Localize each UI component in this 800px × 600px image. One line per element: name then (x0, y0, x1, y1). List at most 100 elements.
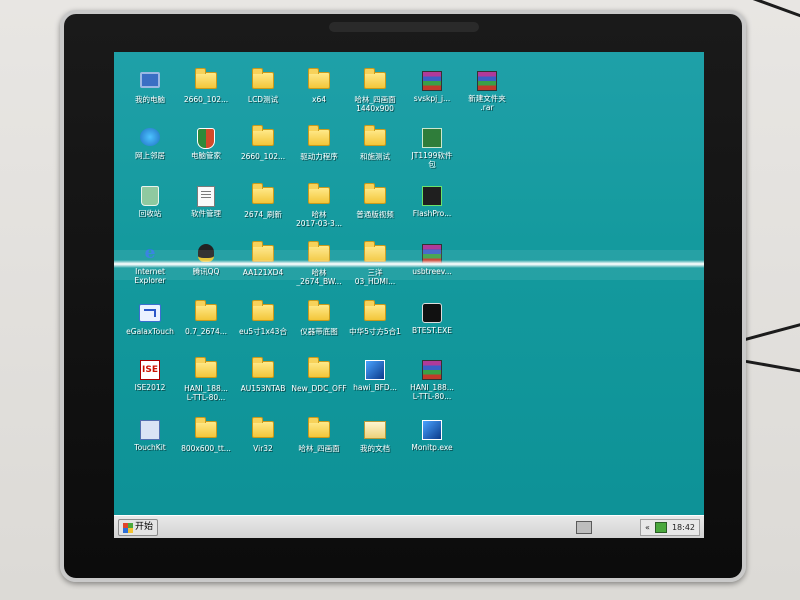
desktop-icon[interactable]: 普通版视频 (345, 183, 405, 219)
desktop-icon[interactable]: 2660_102... (176, 68, 236, 104)
folder-icon (252, 417, 274, 441)
desktop-icon-label: JT1199软件 (411, 151, 453, 160)
desktop-icon[interactable]: hawi_BFD... (345, 359, 405, 392)
desktop-icon-label: 0.7_2674... (185, 327, 227, 336)
desktop-icon[interactable]: HANI_188... L-TTL-80... (402, 359, 462, 401)
desktop-icon[interactable]: 驱动力程序 (289, 125, 349, 161)
desktop-icon-label: x64 (312, 95, 326, 104)
desktop-icon[interactable]: 中华5寸方5合1 (345, 300, 405, 336)
recycle-bin-icon (139, 186, 161, 206)
desktop-icon[interactable]: FlashPro... (402, 185, 462, 218)
windows-flag-icon (123, 522, 133, 533)
folder-icon (308, 68, 330, 92)
ise-icon: ISE (140, 360, 160, 380)
tray-shield-icon[interactable] (654, 522, 667, 533)
folder-icon (364, 68, 386, 92)
winrar-icon (421, 360, 443, 380)
printer-icon[interactable] (576, 521, 592, 534)
desktop-icon-label: 电脑管家 (191, 151, 221, 160)
desktop-icon-label-line2: 1440x900 (356, 104, 394, 113)
desktop-icon[interactable]: HANI_188... L-TTL-80... (176, 357, 236, 402)
desktop-icon[interactable]: 800x600_tt... (176, 417, 236, 453)
desktop-icon-label: 2674_刷新 (244, 210, 282, 219)
document-icon (195, 186, 217, 207)
system-tray: « 18:42 (640, 519, 700, 536)
folder-icon (308, 68, 330, 89)
desktop-icon[interactable]: 哈林_四画面 1440x900 (345, 68, 405, 113)
desktop-icon-label: TouchKit (134, 443, 166, 452)
desktop-icon[interactable]: BTEST.EXE (402, 302, 462, 335)
folder-icon (195, 68, 217, 89)
blue-app-icon (421, 420, 443, 440)
desktop-icon-label-line2: L-TTL-80... (186, 393, 226, 402)
desktop-icon-label: 网上邻居 (135, 151, 165, 160)
desktop-icon-label: HANI_188... (184, 384, 228, 393)
desktop-icon[interactable]: 我的电脑 (120, 70, 180, 104)
desktop-icon[interactable]: ISE ISE2012 (120, 359, 180, 392)
cable-right (740, 320, 800, 343)
desktop-icon[interactable]: 和施测试 (345, 125, 405, 161)
folder-icon (252, 68, 274, 92)
cable-top (746, 0, 800, 19)
shield-icon (197, 128, 215, 149)
computer-icon (140, 72, 160, 88)
desktop-icon[interactable]: AU153NTAB (233, 357, 293, 393)
desktop-icon-label: 回收站 (138, 209, 162, 218)
desktop-icon[interactable]: 新建文件夹 .rar (457, 70, 517, 112)
flash-icon (421, 186, 443, 206)
desktop-icon-label: 仪器带底图 (300, 327, 338, 336)
start-button[interactable]: 开始 (118, 519, 159, 536)
desktop-icon-label-line2: .rar (480, 103, 494, 112)
desktop-icon[interactable]: LCD测试 (233, 68, 293, 104)
folder-icon (252, 300, 274, 324)
flash-icon (422, 186, 442, 206)
winrar-icon (476, 71, 498, 91)
desktop-icon[interactable]: 我的文档 (345, 419, 405, 453)
desktop-icon[interactable]: eGalaxTouch (120, 302, 180, 336)
start-button-label: 开始 (135, 522, 154, 532)
folder-icon (308, 125, 330, 146)
desktop-icon-label: BTEST.EXE (412, 326, 452, 335)
desktop-icon[interactable]: 回收站 (120, 185, 180, 218)
desktop-icon-label: HANI_188... (410, 383, 454, 392)
folder-icon (195, 417, 217, 441)
webcam (329, 22, 479, 32)
folder-icon (195, 300, 217, 321)
desktop-icon[interactable]: 哈林_四画面 (289, 417, 349, 453)
desktop-icon[interactable]: eu5寸1x43合 (233, 300, 293, 336)
speaker-icon (421, 303, 443, 323)
desktop-icon-label: eGalaxTouch (126, 327, 174, 336)
desktop-icon[interactable]: TouchKit (120, 419, 180, 452)
tray-clock[interactable]: 18:42 (672, 523, 695, 532)
winrar-icon (477, 71, 497, 91)
winrar-icon (422, 360, 442, 380)
desktop-icon[interactable]: 2674_刷新 (233, 183, 293, 219)
desktop-icon[interactable]: x64 (289, 68, 349, 104)
network-icon (140, 128, 160, 146)
desktop-icon[interactable]: Monitp.exe (402, 419, 462, 452)
desktop-icon[interactable]: New_DDC_OFF (289, 357, 349, 393)
board-icon (421, 128, 443, 148)
folder-icon (252, 357, 274, 378)
folder-icon (308, 300, 330, 321)
tray-expand-chevron[interactable]: « (645, 523, 650, 532)
desktop-icon[interactable]: 网上邻居 (120, 127, 180, 160)
desktop-icon-label: 驱动力程序 (300, 152, 338, 161)
desktop-icon-label: svskpj_j... (413, 94, 451, 103)
desktop-icon[interactable]: 仪器带底图 (289, 300, 349, 336)
desktop-icon[interactable]: Vir32 (233, 417, 293, 453)
ise-icon: ISE (139, 360, 161, 380)
desktop-icon[interactable]: 0.7_2674... (176, 300, 236, 336)
desktop-icon[interactable]: 2660_102... (233, 125, 293, 161)
desktop-icon[interactable]: JT1199软件包 (402, 127, 462, 169)
desktop-icon[interactable]: 哈林 2017-03-3... (289, 183, 349, 228)
desktop-icon[interactable]: 软件管理 (176, 185, 236, 218)
folder-icon (364, 183, 386, 207)
desktop-icon-label: 哈林_四画面 (354, 95, 396, 104)
speaker-icon (422, 303, 442, 323)
desktop-icon-label: hawi_BFD... (353, 383, 397, 392)
desktop-icon[interactable]: 电脑管家 (176, 127, 236, 160)
desktop-icon[interactable]: svskpj_j... (402, 70, 462, 103)
folder-icon (308, 183, 330, 204)
folder-icon (308, 417, 330, 441)
